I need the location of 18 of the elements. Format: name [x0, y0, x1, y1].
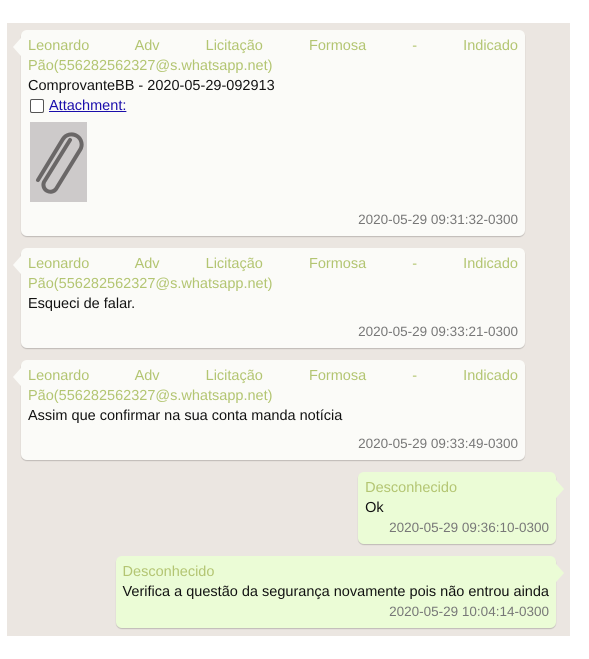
- sender-name: Leonardo Adv Licitação Formosa - Indicado Pão(556282562327@s.whatsapp.net): [28, 37, 518, 76]
- attachment-link[interactable]: Attachment:: [49, 96, 126, 116]
- sender-name: Leonardo Adv Licitação Formosa - Indicado Pão(556282562327@s.whatsapp.net): [28, 367, 518, 406]
- timestamp: 2020-05-29 09:33:49-0300: [357, 435, 518, 453]
- message-text: ComprovanteBB - 2020-05-29-092913: [28, 77, 276, 96]
- timestamp: 2020-05-29 09:36:10-0300: [388, 519, 549, 537]
- message-text: Assim que confirmar na sua conta manda notícia: [28, 407, 344, 426]
- checkbox[interactable]: [30, 99, 44, 113]
- timestamp: 2020-05-29 09:33:21-0300: [357, 323, 518, 341]
- message-text: Verifica a questão da segurança novamente pois não entrou ainda: [122, 583, 549, 602]
- message-text: Esqueci de falar.: [28, 295, 136, 314]
- sender-name: Leonardo Adv Licitação Formosa - Indicado Pão(556282562327@s.whatsapp.net): [28, 255, 518, 294]
- sender-name: Desconhecido: [122, 563, 216, 582]
- timestamp: 2020-05-29 09:31:32-0300: [357, 211, 518, 229]
- timestamp: 2020-05-29 10:04:14-0300: [388, 603, 549, 621]
- sender-name: Desconhecido: [365, 479, 458, 498]
- paperclip-icon[interactable]: [30, 122, 87, 202]
- message-text: Ok: [365, 499, 385, 518]
